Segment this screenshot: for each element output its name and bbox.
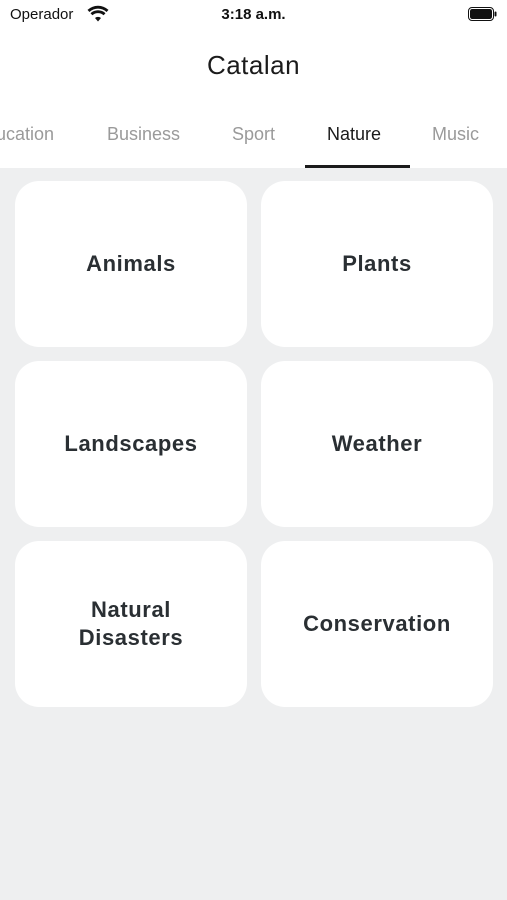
card-label: Conservation xyxy=(303,611,451,636)
card-weather[interactable]: Weather xyxy=(261,361,493,527)
tab-sport[interactable]: Sport xyxy=(232,124,275,145)
card-plants[interactable]: Plants xyxy=(261,181,493,347)
card-natural-disasters[interactable]: Natural Disasters xyxy=(15,541,247,707)
screen: Operador 3:18 a.m. Catalan ucation Busin… xyxy=(0,0,507,900)
card-animals[interactable]: Animals xyxy=(15,181,247,347)
status-bar: Operador 3:18 a.m. xyxy=(0,0,507,32)
card-label: Animals xyxy=(86,251,176,276)
card-label: Weather xyxy=(331,431,423,456)
header: Catalan ucation Business Sport Nature Mu… xyxy=(0,32,507,168)
card-conservation[interactable]: Conservation xyxy=(261,541,493,707)
card-label: Landscapes xyxy=(64,431,198,456)
clock: 3:18 a.m. xyxy=(221,6,286,23)
tab-education[interactable]: ucation xyxy=(0,124,54,145)
tab-music[interactable]: Music xyxy=(432,124,479,145)
battery-icon xyxy=(468,7,497,21)
card-label: Natural Disasters xyxy=(78,597,184,650)
tab-business[interactable]: Business xyxy=(107,124,180,145)
active-tab-indicator xyxy=(305,165,410,168)
card-landscapes[interactable]: Landscapes xyxy=(15,361,247,527)
page-title: Catalan xyxy=(206,50,301,80)
category-tabs: ucation Business Sport Nature Music xyxy=(0,120,507,168)
tab-nature[interactable]: Nature xyxy=(327,124,381,145)
card-label: Plants xyxy=(342,251,412,276)
